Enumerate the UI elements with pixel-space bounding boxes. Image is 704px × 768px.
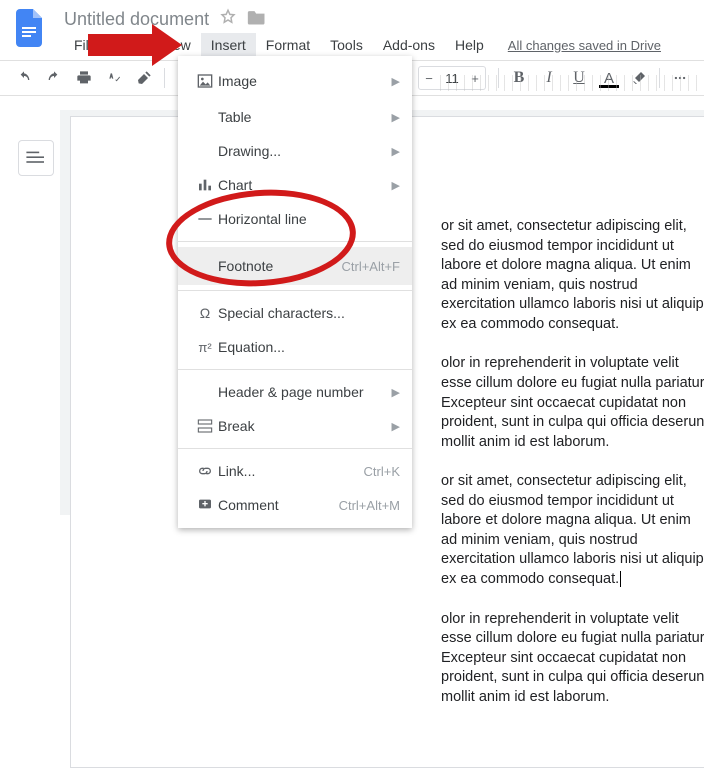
insert-equation[interactable]: π² Equation... [178, 330, 412, 364]
insert-comment[interactable]: Comment Ctrl+Alt+M [178, 488, 412, 522]
ruler [440, 75, 700, 91]
menu-separator [178, 369, 412, 370]
omega-icon: Ω [192, 305, 218, 321]
text-cursor [620, 571, 621, 587]
break-icon [192, 418, 218, 434]
body-paragraph: or sit amet, consectetur adipiscing elit… [441, 472, 704, 589]
annotation-arrow-icon [88, 24, 188, 69]
body-paragraph: olor in reprehenderit in voluptate velit… [441, 610, 704, 708]
dd-label: Comment [218, 497, 333, 513]
insert-link[interactable]: Link... Ctrl+K [178, 454, 412, 488]
dd-label: Drawing... [218, 143, 392, 159]
menu-help[interactable]: Help [445, 33, 494, 57]
font-size-minus[interactable]: − [419, 71, 439, 86]
menu-format[interactable]: Format [256, 33, 320, 57]
insert-special-characters[interactable]: Ω Special characters... [178, 296, 412, 330]
image-icon [192, 73, 218, 89]
dd-label: Link... [218, 463, 358, 479]
submenu-arrow-icon: ▶ [392, 111, 400, 124]
undo-button[interactable] [10, 64, 38, 92]
submenu-arrow-icon: ▶ [392, 386, 400, 399]
submenu-arrow-icon: ▶ [392, 75, 400, 88]
insert-drawing[interactable]: Drawing... ▶ [178, 134, 412, 168]
insert-break[interactable]: Break ▶ [178, 409, 412, 443]
insert-table[interactable]: Table ▶ [178, 100, 412, 134]
submenu-arrow-icon: ▶ [392, 145, 400, 158]
docs-logo-icon[interactable] [14, 6, 46, 50]
menu-insert[interactable]: Insert [201, 33, 256, 57]
dd-label: Break [218, 418, 392, 434]
dd-label: Header & page number [218, 384, 392, 400]
submenu-arrow-icon: ▶ [392, 179, 400, 192]
menu-separator [178, 448, 412, 449]
insert-header-page-number[interactable]: Header & page number ▶ [178, 375, 412, 409]
dd-label: Image [218, 73, 392, 89]
submenu-arrow-icon: ▶ [392, 420, 400, 433]
redo-button[interactable] [40, 64, 68, 92]
body-paragraph: olor in reprehenderit in voluptate velit… [441, 354, 704, 452]
dd-label: Special characters... [218, 305, 400, 321]
insert-dropdown: Image ▶ Table ▶ Drawing... ▶ Chart ▶ Hor… [178, 56, 412, 528]
body-paragraph: or sit amet, consectetur adipiscing elit… [441, 217, 704, 334]
comment-icon [192, 497, 218, 513]
dd-shortcut: Ctrl+K [364, 464, 400, 479]
toolbar-separator [164, 68, 165, 88]
folder-icon[interactable] [247, 8, 267, 31]
save-status[interactable]: All changes saved in Drive [508, 38, 661, 53]
star-icon[interactable] [219, 8, 237, 31]
menu-tools[interactable]: Tools [320, 33, 373, 57]
dd-label: Equation... [218, 339, 400, 355]
menu-separator [178, 290, 412, 291]
dd-label: Table [218, 109, 392, 125]
chart-icon [192, 177, 218, 193]
pi-icon: π² [192, 340, 218, 355]
dd-shortcut: Ctrl+Alt+M [339, 498, 400, 513]
dd-shortcut: Ctrl+Alt+F [341, 259, 400, 274]
menu-addons[interactable]: Add-ons [373, 33, 445, 57]
insert-image[interactable]: Image ▶ [178, 62, 412, 100]
outline-toggle-button[interactable] [18, 140, 54, 176]
link-icon [192, 463, 218, 479]
